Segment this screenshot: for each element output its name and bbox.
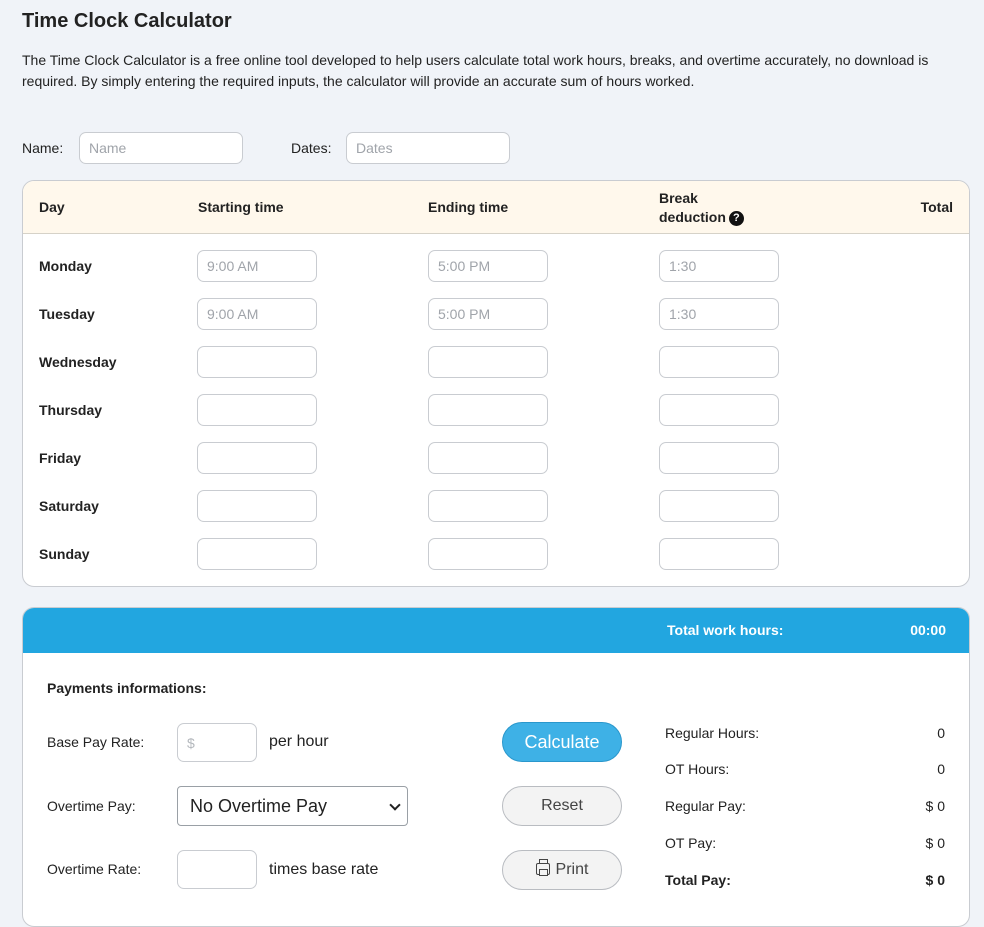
day-label: Tuesday bbox=[39, 306, 95, 322]
header-starting-time: Starting time bbox=[198, 199, 284, 215]
table-row: Saturday bbox=[23, 490, 969, 538]
page-intro: The Time Clock Calculator is a free onli… bbox=[22, 52, 929, 89]
overtime-pay-select[interactable]: No Overtime Pay bbox=[177, 786, 408, 826]
start-time-input[interactable] bbox=[197, 394, 317, 426]
table-row: Friday bbox=[23, 442, 969, 490]
print-button[interactable]: Print bbox=[502, 850, 622, 890]
table-row: Tuesday bbox=[23, 298, 969, 346]
overtime-rate-input[interactable] bbox=[177, 850, 257, 889]
break-input[interactable] bbox=[659, 442, 779, 474]
day-label: Wednesday bbox=[39, 354, 117, 370]
start-time-input[interactable] bbox=[197, 250, 317, 282]
payments-heading: Payments informations: bbox=[47, 680, 207, 696]
table-row: Sunday bbox=[23, 538, 969, 586]
break-input[interactable] bbox=[659, 346, 779, 378]
table-row: Thursday bbox=[23, 394, 969, 442]
day-label: Sunday bbox=[39, 546, 90, 562]
regular-hours-label: Regular Hours: bbox=[665, 725, 760, 741]
name-label: Name: bbox=[22, 140, 64, 156]
break-input[interactable] bbox=[659, 298, 779, 330]
start-time-input[interactable] bbox=[197, 346, 317, 378]
end-time-input[interactable] bbox=[428, 490, 548, 522]
break-input[interactable] bbox=[659, 490, 779, 522]
name-input[interactable] bbox=[79, 132, 243, 164]
results-card: Total work hours: 00:00 Payments informa… bbox=[22, 607, 970, 927]
start-time-input[interactable] bbox=[197, 442, 317, 474]
ot-pay-value: $ 0 bbox=[925, 835, 945, 851]
regular-hours-value: 0 bbox=[937, 725, 945, 741]
table-header: Day Starting time Ending time Break dedu… bbox=[23, 181, 969, 234]
times-base-rate-label: times base rate bbox=[269, 861, 379, 878]
ot-hours-value: 0 bbox=[937, 761, 945, 777]
table-row: Wednesday bbox=[23, 346, 969, 394]
header-break-line2: deduction bbox=[659, 209, 726, 225]
regular-pay-value: $ 0 bbox=[925, 798, 945, 814]
end-time-input[interactable] bbox=[428, 442, 548, 474]
break-input[interactable] bbox=[659, 250, 779, 282]
start-time-input[interactable] bbox=[197, 298, 317, 330]
end-time-input[interactable] bbox=[428, 538, 548, 570]
dates-label: Dates: bbox=[291, 140, 332, 156]
header-break-line1: Break bbox=[659, 190, 698, 206]
break-input[interactable] bbox=[659, 394, 779, 426]
total-pay-label: Total Pay: bbox=[665, 872, 731, 888]
ot-hours-label: OT Hours: bbox=[665, 761, 730, 777]
calculate-button[interactable]: Calculate bbox=[502, 722, 622, 762]
header-ending-time: Ending time bbox=[428, 199, 509, 215]
header-day: Day bbox=[39, 199, 65, 215]
total-hours-label: Total work hours: bbox=[667, 622, 784, 638]
per-hour-label: per hour bbox=[269, 733, 329, 750]
day-label: Thursday bbox=[39, 402, 103, 418]
day-label: Friday bbox=[39, 450, 82, 466]
dates-input[interactable] bbox=[346, 132, 510, 164]
overtime-pay-label: Overtime Pay: bbox=[47, 798, 136, 814]
break-input[interactable] bbox=[659, 538, 779, 570]
start-time-input[interactable] bbox=[197, 538, 317, 570]
total-pay-value: $ 0 bbox=[925, 872, 945, 888]
page-title: Time Clock Calculator bbox=[22, 10, 232, 32]
day-label: Monday bbox=[39, 258, 92, 274]
end-time-input[interactable] bbox=[428, 298, 548, 330]
printer-icon bbox=[535, 859, 550, 876]
schedule-table: Day Starting time Ending time Break dedu… bbox=[22, 180, 970, 587]
header-total: Total bbox=[920, 199, 953, 215]
base-pay-rate-input[interactable] bbox=[177, 723, 257, 762]
start-time-input[interactable] bbox=[197, 490, 317, 522]
total-hours-value: 00:00 bbox=[910, 622, 946, 638]
end-time-input[interactable] bbox=[428, 250, 548, 282]
day-label: Saturday bbox=[39, 498, 99, 514]
total-hours-bar: Total work hours: 00:00 bbox=[23, 608, 969, 653]
end-time-input[interactable] bbox=[428, 346, 548, 378]
regular-pay-label: Regular Pay: bbox=[665, 798, 746, 814]
header-break-deduction: Break deduction? bbox=[659, 189, 744, 227]
table-row: Monday bbox=[23, 250, 969, 298]
overtime-pay-selected: No Overtime Pay bbox=[190, 796, 328, 816]
end-time-input[interactable] bbox=[428, 394, 548, 426]
base-pay-rate-label: Base Pay Rate: bbox=[47, 734, 145, 750]
ot-pay-label: OT Pay: bbox=[665, 835, 717, 851]
reset-button[interactable]: Reset bbox=[502, 786, 622, 826]
overtime-rate-label: Overtime Rate: bbox=[47, 861, 142, 877]
print-label: Print bbox=[555, 861, 589, 878]
question-circle-icon[interactable]: ? bbox=[728, 211, 744, 226]
chevron-down-icon bbox=[389, 799, 401, 811]
